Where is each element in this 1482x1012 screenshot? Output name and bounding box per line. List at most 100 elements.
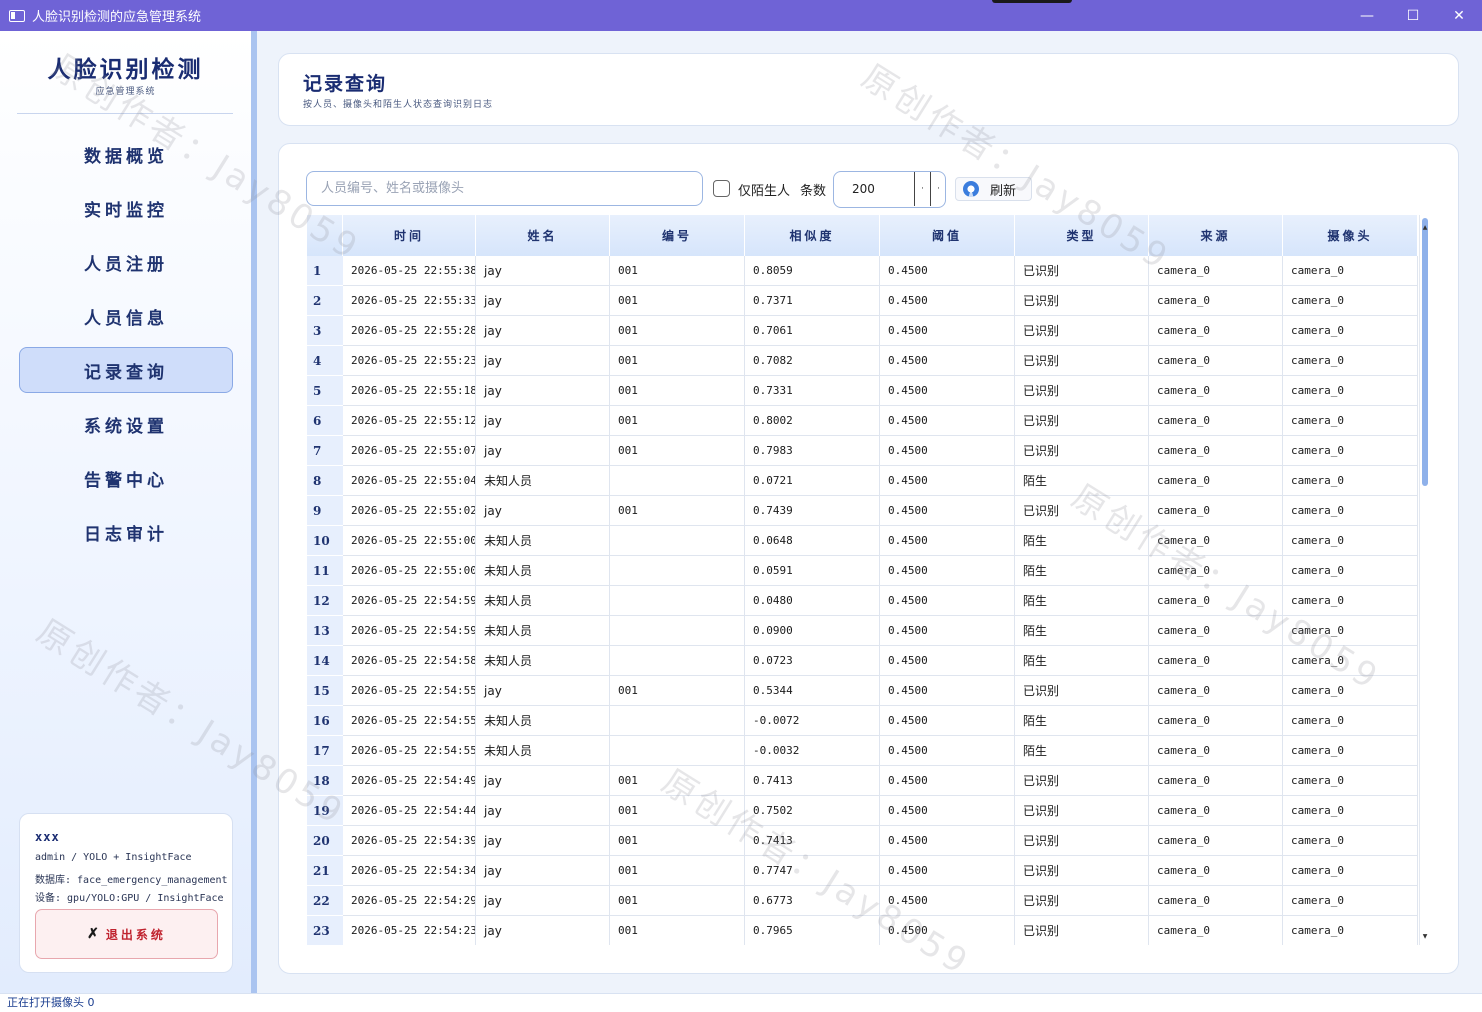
table-row[interactable]: 21 2026-05-25 22:54:34 jay 001 0.7747 0.4500 已… [307, 856, 1418, 886]
table-row[interactable]: 12 2026-05-25 22:54:59 未知人员 0.0480 0.4500 陌生 c… [307, 586, 1418, 616]
cell-similarity[interactable]: 0.0721 [745, 466, 880, 496]
column-header-threshold[interactable]: 阈值 [880, 215, 1015, 256]
table-row[interactable]: 3 2026-05-25 22:55:28 jay 001 0.7061 0.4500 已识… [307, 316, 1418, 346]
cell-similarity[interactable]: 0.7983 [745, 436, 880, 466]
logout-button[interactable]: ✗ 退出系统 [35, 909, 218, 959]
cell-threshold[interactable]: 0.4500 [880, 556, 1015, 586]
cell-name[interactable]: jay [476, 766, 610, 796]
cell-camera[interactable]: camera_0 [1283, 526, 1418, 556]
cell-similarity[interactable]: 0.6773 [745, 886, 880, 916]
cell-time[interactable]: 2026-05-25 22:55:23 [343, 346, 476, 376]
cell-id[interactable] [610, 736, 745, 766]
cell-time[interactable]: 2026-05-25 22:54:44 [343, 796, 476, 826]
cell-source[interactable]: camera_0 [1149, 286, 1283, 316]
row-number[interactable]: 5 [307, 376, 343, 406]
cell-type[interactable]: 陌生 [1015, 616, 1149, 646]
cell-name[interactable]: jay [476, 346, 610, 376]
cell-camera[interactable]: camera_0 [1283, 646, 1418, 676]
cell-id[interactable] [610, 646, 745, 676]
sidebar-item-6[interactable]: 告警中心 [19, 455, 233, 501]
cell-source[interactable]: camera_0 [1149, 586, 1283, 616]
table-row[interactable]: 13 2026-05-25 22:54:59 未知人员 0.0900 0.4500 陌生 c… [307, 616, 1418, 646]
cell-camera[interactable]: camera_0 [1283, 256, 1418, 286]
sidebar-item-2[interactable]: 人员注册 [19, 239, 233, 285]
cell-id[interactable] [610, 466, 745, 496]
cell-threshold[interactable]: 0.4500 [880, 766, 1015, 796]
cell-id[interactable]: 001 [610, 346, 745, 376]
table-row[interactable]: 16 2026-05-25 22:54:55 未知人员 -0.0072 0.4500 陌生… [307, 706, 1418, 736]
cell-similarity[interactable]: 0.7439 [745, 496, 880, 526]
cell-type[interactable]: 已识别 [1015, 766, 1149, 796]
cell-id[interactable] [610, 526, 745, 556]
row-number[interactable]: 22 [307, 886, 343, 916]
cell-threshold[interactable]: 0.4500 [880, 586, 1015, 616]
row-number[interactable]: 21 [307, 856, 343, 886]
row-number[interactable]: 19 [307, 796, 343, 826]
cell-source[interactable]: camera_0 [1149, 556, 1283, 586]
cell-name[interactable]: 未知人员 [476, 616, 610, 646]
table-row[interactable]: 20 2026-05-25 22:54:39 jay 001 0.7413 0.4500 已… [307, 826, 1418, 856]
cell-camera[interactable]: camera_0 [1283, 316, 1418, 346]
cell-source[interactable]: camera_0 [1149, 886, 1283, 916]
cell-time[interactable]: 2026-05-25 22:54:39 [343, 826, 476, 856]
cell-camera[interactable]: camera_0 [1283, 766, 1418, 796]
cell-source[interactable]: camera_0 [1149, 376, 1283, 406]
cell-name[interactable]: jay [476, 406, 610, 436]
row-number[interactable]: 23 [307, 916, 343, 945]
cell-time[interactable]: 2026-05-25 22:54:55 [343, 676, 476, 706]
cell-camera[interactable]: camera_0 [1283, 346, 1418, 376]
cell-source[interactable]: camera_0 [1149, 826, 1283, 856]
cell-type[interactable]: 陌生 [1015, 646, 1149, 676]
table-row[interactable]: 6 2026-05-25 22:55:12 jay 001 0.8002 0.4500 已识… [307, 406, 1418, 436]
scroll-up-arrow[interactable]: ▲ [1420, 224, 1429, 231]
cell-time[interactable]: 2026-05-25 22:54:58 [343, 646, 476, 676]
cell-id[interactable]: 001 [610, 916, 745, 945]
close-button[interactable]: ✕ [1436, 0, 1482, 31]
cell-name[interactable]: jay [476, 856, 610, 886]
cell-type[interactable]: 已识别 [1015, 676, 1149, 706]
cell-threshold[interactable]: 0.4500 [880, 286, 1015, 316]
cell-id[interactable] [610, 556, 745, 586]
row-number[interactable]: 10 [307, 526, 343, 556]
cell-time[interactable]: 2026-05-25 22:55:38 [343, 256, 476, 286]
cell-time[interactable]: 2026-05-25 22:55:04 [343, 466, 476, 496]
table-row[interactable]: 15 2026-05-25 22:54:55 jay 001 0.5344 0.4500 已… [307, 676, 1418, 706]
cell-source[interactable]: camera_0 [1149, 676, 1283, 706]
cell-camera[interactable]: camera_0 [1283, 376, 1418, 406]
cell-time[interactable]: 2026-05-25 22:55:00 [343, 556, 476, 586]
cell-name[interactable]: jay [476, 316, 610, 346]
cell-source[interactable]: camera_0 [1149, 496, 1283, 526]
cell-source[interactable]: camera_0 [1149, 436, 1283, 466]
cell-name[interactable]: jay [476, 916, 610, 945]
cell-similarity[interactable]: 0.7371 [745, 286, 880, 316]
cell-camera[interactable]: camera_0 [1283, 466, 1418, 496]
cell-similarity[interactable]: 0.7502 [745, 796, 880, 826]
column-header-type[interactable]: 类型 [1015, 215, 1149, 256]
cell-type[interactable]: 已识别 [1015, 256, 1149, 286]
cell-type[interactable]: 已识别 [1015, 346, 1149, 376]
cell-source[interactable]: camera_0 [1149, 256, 1283, 286]
cell-source[interactable]: camera_0 [1149, 856, 1283, 886]
cell-type[interactable]: 已识别 [1015, 856, 1149, 886]
row-number[interactable]: 11 [307, 556, 343, 586]
stranger-only-checkbox[interactable] [713, 180, 730, 197]
table-row[interactable]: 19 2026-05-25 22:54:44 jay 001 0.7502 0.4500 已… [307, 796, 1418, 826]
cell-id[interactable] [610, 616, 745, 646]
cell-name[interactable]: 未知人员 [476, 736, 610, 766]
row-number[interactable]: 3 [307, 316, 343, 346]
cell-threshold[interactable]: 0.4500 [880, 466, 1015, 496]
cell-source[interactable]: camera_0 [1149, 406, 1283, 436]
cell-source[interactable]: camera_0 [1149, 916, 1283, 945]
cell-source[interactable]: camera_0 [1149, 736, 1283, 766]
cell-type[interactable]: 陌生 [1015, 586, 1149, 616]
cell-name[interactable]: 未知人员 [476, 586, 610, 616]
cell-id[interactable]: 001 [610, 796, 745, 826]
cell-type[interactable]: 已识别 [1015, 406, 1149, 436]
cell-id[interactable]: 001 [610, 826, 745, 856]
row-number[interactable]: 7 [307, 436, 343, 466]
table-row[interactable]: 4 2026-05-25 22:55:23 jay 001 0.7082 0.4500 已识… [307, 346, 1418, 376]
cell-threshold[interactable]: 0.4500 [880, 796, 1015, 826]
cell-similarity[interactable]: 0.0591 [745, 556, 880, 586]
sidebar-item-5[interactable]: 系统设置 [19, 401, 233, 447]
cell-name[interactable]: jay [476, 886, 610, 916]
